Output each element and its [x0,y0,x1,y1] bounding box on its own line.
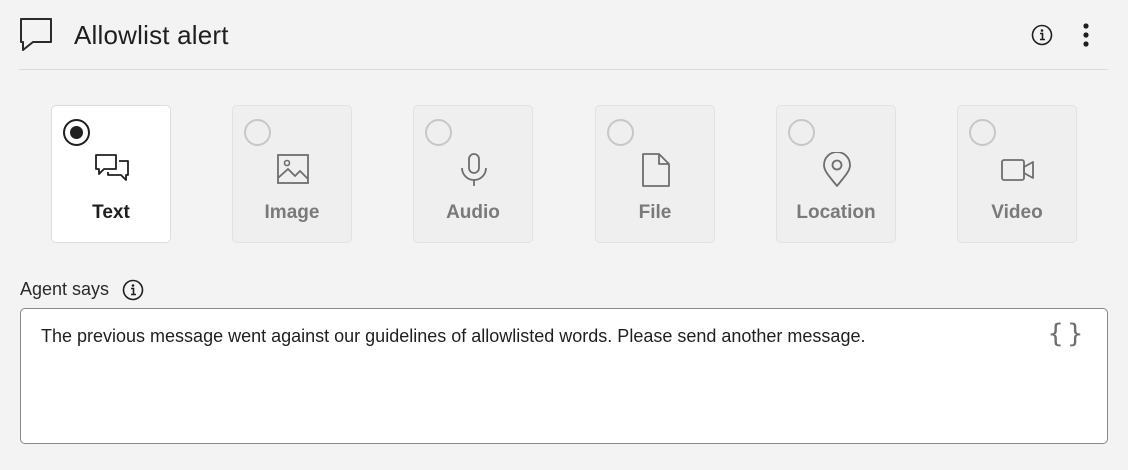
radio-button[interactable] [63,119,90,146]
insert-variable-button[interactable]: {} [1048,319,1087,349]
info-icon[interactable] [1031,24,1053,46]
chat-bubble-icon [20,18,52,51]
radio-button[interactable] [244,119,271,146]
type-option-image[interactable]: Image [232,105,352,243]
location-pin-icon [823,152,851,187]
page-title: Allowlist alert [74,20,229,50]
type-option-audio[interactable]: Audio [413,105,533,243]
type-option-text[interactable]: Text [51,105,171,243]
type-label: File [638,202,672,223]
file-icon [642,153,670,187]
type-label: Video [991,202,1043,223]
video-camera-icon [1001,159,1034,181]
radio-button[interactable] [607,119,634,146]
radio-button[interactable] [425,119,452,146]
type-label: Image [264,202,320,223]
info-icon[interactable] [122,279,144,301]
page-header: Allowlist alert [19,0,1108,70]
type-option-location[interactable]: Location [776,105,896,243]
type-option-video[interactable]: Video [957,105,1077,243]
type-option-file[interactable]: File [595,105,715,243]
agent-says-label: Agent says [20,279,110,299]
chat-bubbles-icon [95,154,129,181]
type-label: Text [92,202,130,223]
radio-button[interactable] [969,119,996,146]
radio-button[interactable] [788,119,815,146]
agent-message-input[interactable]: The previous message went against our gu… [41,325,1031,425]
more-options-icon[interactable] [1077,22,1095,48]
message-type-selector: Text Image Audio File Location Video [51,105,1081,243]
agent-message-field: The previous message went against our gu… [20,308,1108,444]
type-label: Audio [446,202,500,223]
image-icon [277,154,309,184]
microphone-icon [461,153,487,186]
type-label: Location [796,202,876,223]
